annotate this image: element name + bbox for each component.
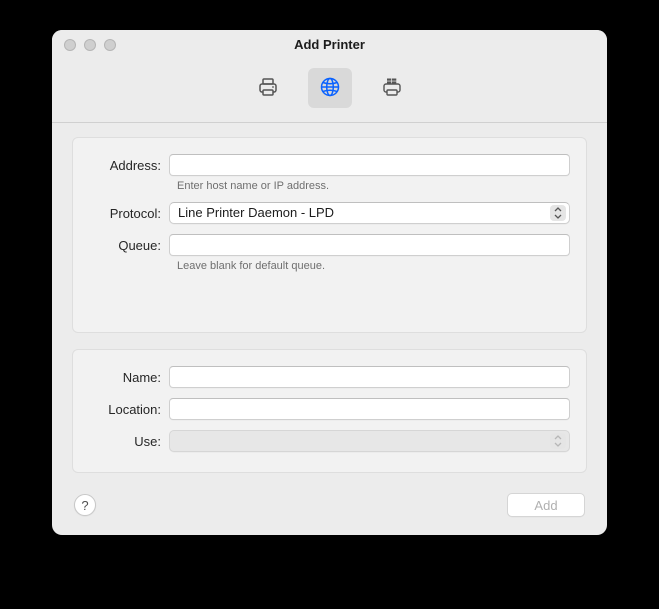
location-input [169, 398, 570, 420]
details-panel: Name: Location: Use: [72, 349, 587, 473]
window-title: Add Printer [52, 30, 607, 60]
use-label: Use: [89, 434, 169, 449]
queue-hint: Leave blank for default queue. [177, 260, 570, 272]
add-printer-window: Add Printer [52, 30, 607, 535]
tab-default-printer[interactable] [246, 68, 290, 108]
tab-windows-printer[interactable] [370, 68, 414, 108]
window-controls [64, 39, 116, 51]
toolbar [52, 60, 607, 122]
protocol-value: Line Printer Daemon - LPD [178, 205, 334, 220]
queue-label: Queue: [89, 238, 169, 253]
use-select [169, 430, 570, 452]
help-icon: ? [81, 498, 88, 513]
close-window-button[interactable] [64, 39, 76, 51]
minimize-window-button[interactable] [84, 39, 96, 51]
chevron-up-down-icon [550, 433, 566, 449]
globe-icon [319, 76, 341, 101]
windows-printer-icon [380, 76, 404, 101]
printer-icon [256, 76, 280, 101]
add-button: Add [507, 493, 585, 517]
content: Address: Enter host name or IP address. … [52, 123, 607, 535]
address-label: Address: [89, 158, 169, 173]
help-button[interactable]: ? [74, 494, 96, 516]
address-hint: Enter host name or IP address. [177, 180, 570, 192]
protocol-select[interactable]: Line Printer Daemon - LPD [169, 202, 570, 224]
queue-input[interactable] [169, 234, 570, 256]
connection-panel: Address: Enter host name or IP address. … [72, 137, 587, 333]
location-label: Location: [89, 402, 169, 417]
chevron-up-down-icon [550, 205, 566, 221]
tab-ip-printer[interactable] [308, 68, 352, 108]
zoom-window-button[interactable] [104, 39, 116, 51]
titlebar: Add Printer [52, 30, 607, 60]
footer: ? Add [72, 489, 587, 517]
name-input [169, 366, 570, 388]
address-input[interactable] [169, 154, 570, 176]
protocol-label: Protocol: [89, 206, 169, 221]
name-label: Name: [89, 370, 169, 385]
